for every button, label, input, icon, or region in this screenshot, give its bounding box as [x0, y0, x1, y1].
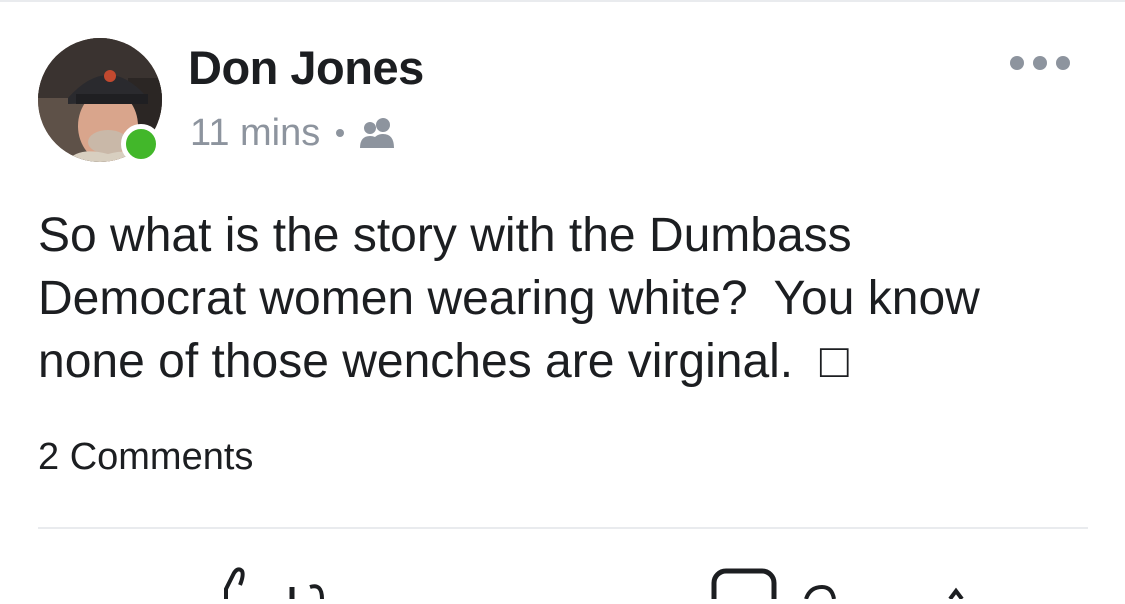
thumbs-up-icon — [224, 567, 324, 600]
post-text: So what is the story with the Dumbass De… — [38, 209, 980, 388]
comment-icon — [711, 568, 964, 604]
more-dot-icon — [1033, 56, 1047, 70]
like-button[interactable] — [200, 559, 380, 600]
online-status-indicator — [121, 124, 161, 164]
more-dot-icon — [1010, 56, 1024, 70]
comment-button[interactable] — [710, 559, 990, 604]
friends-icon[interactable] — [358, 116, 398, 150]
comments-count-link[interactable]: 2 Comments — [38, 436, 253, 479]
top-border — [0, 0, 1125, 2]
action-bar — [0, 529, 1125, 604]
more-options-button[interactable] — [1010, 48, 1070, 78]
post-meta: 11 mins — [190, 108, 398, 158]
author-name[interactable]: Don Jones — [188, 40, 424, 95]
post-timestamp[interactable]: 11 mins — [190, 112, 320, 155]
separator-dot — [336, 129, 345, 137]
more-dot-icon — [1056, 56, 1070, 70]
